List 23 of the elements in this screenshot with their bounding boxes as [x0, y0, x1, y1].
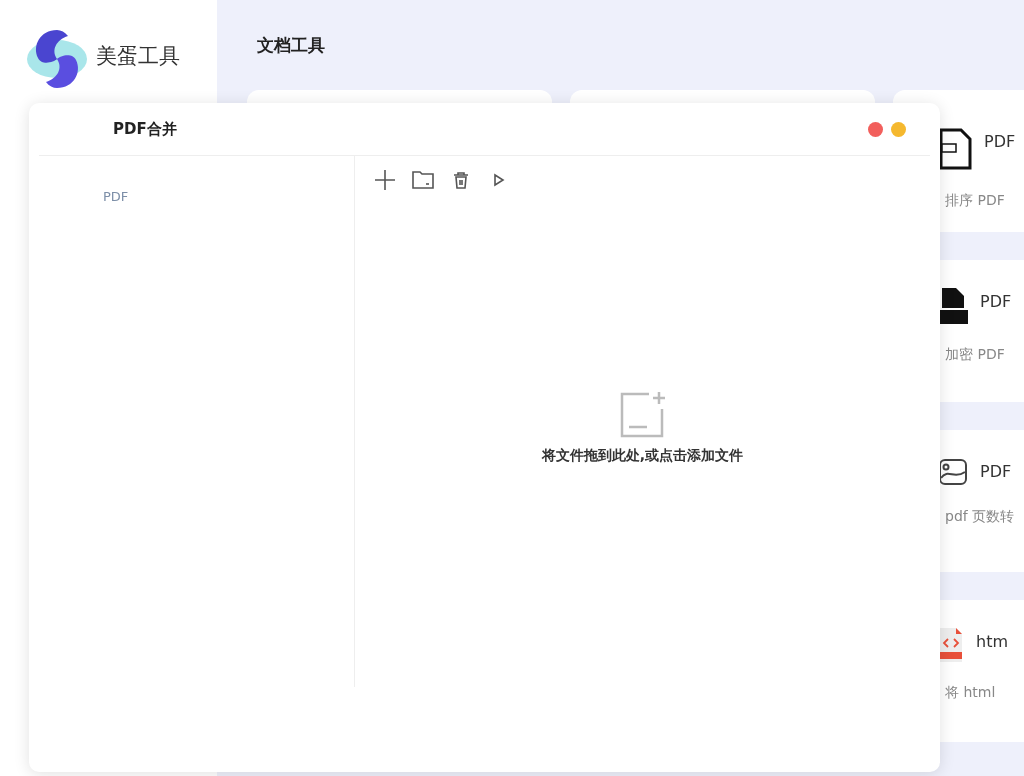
folder-button[interactable] — [411, 168, 435, 192]
app-name: 美蛋工具 — [96, 43, 180, 70]
play-icon — [493, 173, 505, 187]
drop-hint: 将文件拖到此处,或点击添加文件 — [541, 446, 744, 465]
folder-icon — [412, 171, 434, 189]
close-button[interactable] — [868, 121, 883, 137]
tool-title: PDF — [980, 292, 1012, 311]
tool-description: 加密 PDF — [945, 346, 1006, 364]
plus-icon — [374, 169, 396, 191]
tool-description: pdf 页数转 — [945, 508, 1016, 526]
page-title: 文档工具 — [256, 34, 326, 57]
image-icon — [938, 458, 968, 486]
tool-title: PDF — [984, 132, 1016, 151]
code-file-icon — [938, 628, 964, 662]
tool-description: 排序 PDF — [945, 192, 1006, 210]
trash-icon — [453, 171, 469, 189]
tool-title: PDF — [980, 462, 1012, 481]
add-button[interactable] — [373, 168, 397, 192]
tool-title: htm — [976, 632, 1008, 651]
dialog-title: PDF合并 — [113, 119, 177, 139]
document-icon — [938, 288, 968, 324]
logo-icon — [26, 28, 88, 90]
tool-description: 将 html — [945, 684, 997, 702]
